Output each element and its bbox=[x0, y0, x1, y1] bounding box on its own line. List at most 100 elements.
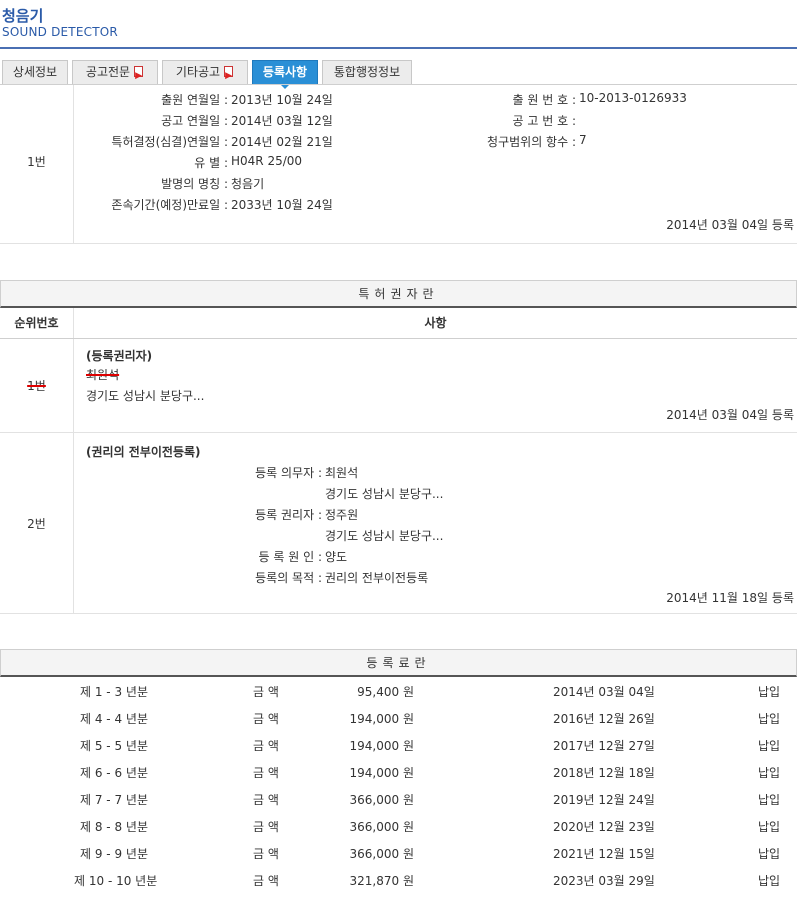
tab-label: 공고전문 bbox=[85, 65, 131, 79]
tab-bar: 상세정보 공고전문 기타공고 등록사항 통합행정정보 bbox=[0, 48, 797, 89]
owner-name: 최원석 bbox=[86, 368, 120, 382]
fee-amount-label: 금 액 bbox=[253, 847, 279, 861]
index-column: 1번 bbox=[0, 85, 74, 243]
field-label: 공 고 번 호 : bbox=[512, 114, 576, 128]
fee-status: 납입 bbox=[758, 766, 781, 780]
owner-section-title: 특허권자란 bbox=[0, 280, 797, 308]
pdf-icon bbox=[133, 65, 144, 88]
fee-paid-date: 2018년 12월 18일 bbox=[553, 766, 655, 780]
fee-status: 납입 bbox=[758, 847, 781, 861]
fee-amount: 194,000 원 bbox=[349, 712, 414, 726]
fee-row: 제 7 - 7 년분 금 액 366,000 원 2019년 12월 24일 납… bbox=[0, 787, 797, 814]
field-label: 공고 연월일 : bbox=[161, 114, 228, 128]
fee-row: 제 9 - 9 년분 금 액 366,000 원 2021년 12월 15일 납… bbox=[0, 841, 797, 868]
field-label: 존속기간(예정)만료일 : bbox=[111, 198, 228, 212]
field-label: 등 록 원 인 : bbox=[258, 550, 322, 564]
page-title: 청음기 bbox=[2, 7, 44, 25]
fee-amount-label: 금 액 bbox=[253, 766, 279, 780]
fee-row: 제 8 - 8 년분 금 액 366,000 원 2020년 12월 23일 납… bbox=[0, 814, 797, 841]
tab-label: 기타공고 bbox=[175, 65, 221, 79]
field-label: 등록 의무자 : bbox=[255, 466, 322, 480]
row-index: 1번 bbox=[27, 155, 46, 169]
fee-period: 제 10 - 10 년분 bbox=[74, 874, 158, 888]
field-value: 2033년 10월 24일 bbox=[231, 198, 333, 212]
field-value: 2014년 03월 12일 bbox=[231, 114, 333, 128]
field-value: 권리의 전부이전등록 bbox=[325, 571, 429, 585]
fee-paid-date: 2019년 12월 24일 bbox=[553, 793, 655, 807]
field-value: 2013년 10월 24일 bbox=[231, 93, 333, 107]
field-label: 등록의 목적 : bbox=[255, 571, 322, 585]
fee-paid-date: 2014년 03월 04일 bbox=[553, 685, 655, 699]
tab-other-publications[interactable]: 기타공고 bbox=[162, 60, 248, 88]
lower-area: 특허권자란 순위번호 사항 1번 (등록권리자) 최원석 경기도 성남시 분당구… bbox=[0, 244, 797, 899]
registration-date: 2014년 03월 04일 등록 bbox=[666, 408, 794, 422]
tab-label: 등록사항 bbox=[262, 65, 308, 79]
fee-paid-date: 2020년 12월 23일 bbox=[553, 820, 655, 834]
fee-period: 제 7 - 7 년분 bbox=[80, 793, 148, 807]
fee-status: 납입 bbox=[758, 685, 781, 699]
basic-info-section: 1번 출원 연월일 : 2013년 10월 24일 공고 연월일 : 2014년… bbox=[0, 84, 797, 244]
field-value: H04R 25/00 bbox=[231, 154, 303, 168]
field-value: 청음기 bbox=[231, 177, 265, 191]
fee-status: 납입 bbox=[758, 793, 781, 807]
fee-row: 제 6 - 6 년분 금 액 194,000 원 2018년 12월 18일 납… bbox=[0, 760, 797, 787]
column-header-index: 순위번호 bbox=[0, 308, 74, 338]
field-value: 정주원 bbox=[325, 508, 359, 522]
owner-table-header: 순위번호 사항 bbox=[0, 308, 797, 339]
fee-amount-label: 금 액 bbox=[253, 712, 279, 726]
fee-amount: 194,000 원 bbox=[349, 739, 414, 753]
fee-status: 납입 bbox=[758, 739, 781, 753]
field-label: 등록 권리자 : bbox=[255, 508, 322, 522]
row-index: 1번 bbox=[27, 379, 46, 393]
fee-amount-label: 금 액 bbox=[253, 874, 279, 888]
fee-amount: 321,870 원 bbox=[349, 874, 414, 888]
field-label: 출 원 번 호 : bbox=[512, 93, 576, 107]
fee-status: 납입 bbox=[758, 712, 781, 726]
field-value: 최원석 bbox=[325, 466, 359, 480]
fee-amount: 95,400 원 bbox=[357, 685, 414, 699]
row-index: 2번 bbox=[27, 517, 46, 531]
field-value: 경기도 성남시 분당구... bbox=[325, 487, 444, 501]
owner-row-2: 2번 (권리의 전부이전등록) 등록 의무자 : 최원석 경기도 성남시 분당구… bbox=[0, 433, 797, 614]
fee-row: 제 5 - 5 년분 금 액 194,000 원 2017년 12월 27일 납… bbox=[0, 733, 797, 760]
fee-amount-label: 금 액 bbox=[253, 685, 279, 699]
entry-heading: (권리의 전부이전등록) bbox=[86, 445, 201, 459]
fee-paid-date: 2016년 12월 26일 bbox=[553, 712, 655, 726]
tab-publication-full[interactable]: 공고전문 bbox=[72, 60, 158, 88]
column-header-detail: 사항 bbox=[424, 316, 447, 330]
fee-period: 제 1 - 3 년분 bbox=[80, 685, 148, 699]
fee-section-title: 등록료란 bbox=[0, 649, 797, 677]
field-label: 청구범위의 항수 : bbox=[487, 135, 576, 149]
fee-paid-date: 2021년 12월 15일 bbox=[553, 847, 655, 861]
entry-heading: (등록권리자) bbox=[86, 349, 153, 363]
index-column: 2번 bbox=[0, 433, 74, 613]
fee-row: 제 1 - 3 년분 금 액 95,400 원 2014년 03월 04일 납입 bbox=[0, 679, 797, 706]
tab-detail[interactable]: 상세정보 bbox=[2, 60, 68, 84]
index-column: 1번 bbox=[0, 339, 74, 432]
registration-date: 2014년 03월 04일 등록 bbox=[666, 218, 794, 232]
page-header: 청음기 SOUND DETECTOR bbox=[0, 0, 797, 49]
tab-label: 통합행정정보 bbox=[333, 65, 401, 79]
fee-period: 제 9 - 9 년분 bbox=[80, 847, 148, 861]
field-label: 발명의 명칭 : bbox=[161, 177, 228, 191]
fee-status: 납입 bbox=[758, 874, 781, 888]
fee-row: 제 10 - 10 년분 금 액 321,870 원 2023년 03월 29일… bbox=[0, 868, 797, 895]
owner-address: 경기도 성남시 분당구... bbox=[86, 389, 205, 403]
fee-amount-label: 금 액 bbox=[253, 793, 279, 807]
field-value: 경기도 성남시 분당구... bbox=[325, 529, 444, 543]
field-value: 10-2013-0126933 bbox=[579, 91, 687, 105]
fee-paid-date: 2017년 12월 27일 bbox=[553, 739, 655, 753]
tab-registration[interactable]: 등록사항 bbox=[252, 60, 318, 89]
tab-integrated-admin[interactable]: 통합행정정보 bbox=[322, 60, 412, 84]
tab-label: 상세정보 bbox=[12, 65, 58, 79]
fee-amount: 366,000 원 bbox=[349, 793, 414, 807]
field-label: 출원 연월일 : bbox=[161, 93, 228, 107]
fee-period: 제 5 - 5 년분 bbox=[80, 739, 148, 753]
registration-date: 2014년 11월 18일 등록 bbox=[666, 591, 794, 605]
fee-period: 제 6 - 6 년분 bbox=[80, 766, 148, 780]
fee-amount: 194,000 원 bbox=[349, 766, 414, 780]
fee-row: 제 4 - 4 년분 금 액 194,000 원 2016년 12월 26일 납… bbox=[0, 706, 797, 733]
page-subtitle: SOUND DETECTOR bbox=[2, 25, 118, 39]
owner-row-1: 1번 (등록권리자) 최원석 경기도 성남시 분당구... 2014년 03월 … bbox=[0, 339, 797, 433]
fee-status: 납입 bbox=[758, 820, 781, 834]
